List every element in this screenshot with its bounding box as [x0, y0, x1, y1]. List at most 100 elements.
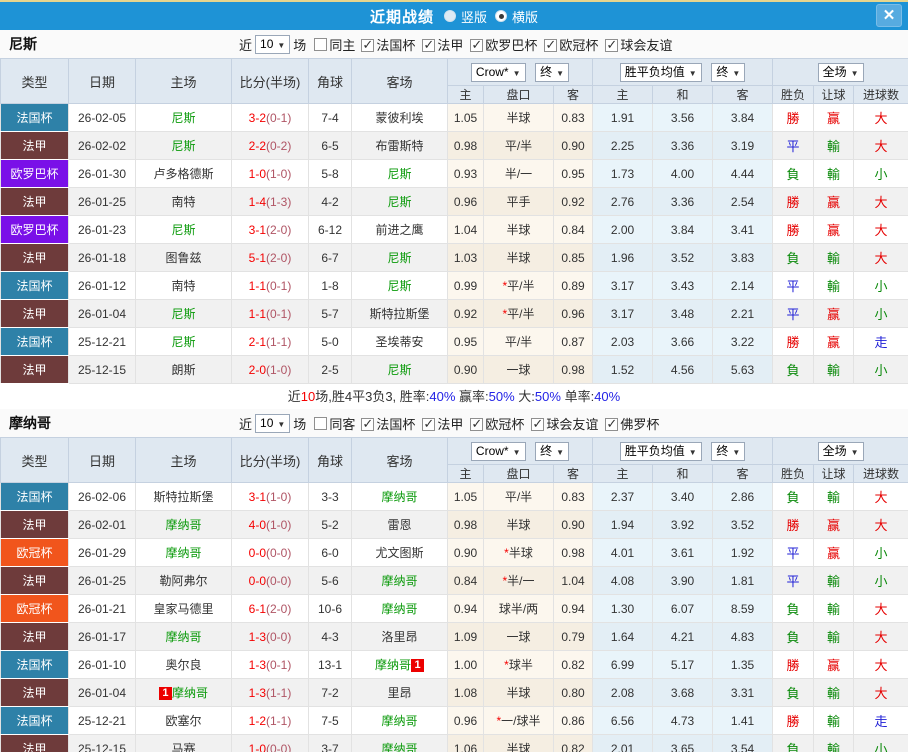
league-filter-checkbox[interactable]: [470, 37, 484, 53]
away-odds: 0.90: [552, 131, 594, 160]
fulltime-score: 3-2: [248, 110, 266, 125]
away-team: 里昂: [351, 678, 448, 707]
table-row: 法甲 26-01-18 图鲁兹 5-1(2-0) 6-7 尼斯 1.03 半球 …: [0, 243, 908, 272]
handicap: 半球: [483, 243, 554, 272]
avg-away-odds: 1.92: [712, 538, 774, 567]
home-team: 1 摩纳哥: [135, 678, 232, 707]
odds-time-select[interactable]: 终 ▼: [535, 62, 570, 82]
avg-select[interactable]: 胜平负均值 ▼: [619, 62, 702, 82]
league-filter-label[interactable]: 欧罗巴杯: [485, 38, 537, 53]
match-score: 6-1(2-0): [231, 594, 309, 623]
league-filter-label[interactable]: 球会友谊: [620, 38, 672, 53]
league-filter-label[interactable]: 球会友谊: [546, 417, 598, 432]
avg-draw-odds: 4.00: [652, 159, 714, 188]
away-odds: 0.83: [552, 482, 594, 511]
result-mark: 平: [772, 299, 815, 328]
scope-select[interactable]: 全场 ▼: [817, 441, 864, 461]
summary-segment: 40%: [429, 389, 456, 404]
league-filter-checkbox[interactable]: [544, 37, 558, 53]
away-odds: 1.04: [552, 566, 594, 595]
league-filter-label[interactable]: 法甲: [437, 417, 463, 432]
league-filter-checkbox[interactable]: [422, 416, 436, 432]
result-mark: 勝: [772, 187, 815, 216]
league-filter-item: 球会友谊: [599, 37, 672, 53]
handicap-result-mark: 輸: [813, 566, 855, 595]
league-filter-checkbox[interactable]: [361, 37, 375, 53]
match-count-select[interactable]: 10 ▼: [255, 34, 291, 54]
away-team: 洛里昂: [351, 622, 448, 651]
handicap-result-mark: 輸: [813, 594, 855, 623]
league-filter-label[interactable]: 法国杯: [376, 417, 415, 432]
avg-home-odds: 1.94: [592, 510, 654, 539]
league-filter-label[interactable]: 法国杯: [376, 38, 415, 53]
chevron-down-icon: ▼: [850, 68, 859, 78]
bookmaker-select[interactable]: Crow* ▼: [470, 62, 526, 82]
same-venue-checkbox[interactable]: [314, 416, 328, 430]
team-text: 皇家马德里: [153, 602, 214, 616]
red-card-badge: 1: [158, 687, 172, 700]
col-date: 日期: [68, 437, 136, 483]
avg-home-odds: 2.08: [592, 678, 654, 707]
league-filter-checkbox[interactable]: [361, 416, 375, 432]
match-date: 26-01-25: [68, 187, 136, 216]
match-score: 1-1(0-1): [231, 271, 309, 300]
result-mark: 平: [772, 538, 815, 567]
avg-time-select[interactable]: 终 ▼: [711, 62, 746, 82]
avg-away-odds: 4.44: [712, 159, 774, 188]
corner-score: 6-5: [308, 131, 352, 160]
away-odds: 0.83: [552, 103, 594, 132]
scope-select[interactable]: 全场 ▼: [817, 62, 864, 82]
same-venue-label[interactable]: 同客: [329, 414, 355, 433]
avg-draw-odds: 3.68: [652, 678, 714, 707]
corner-score: 5-6: [308, 566, 352, 595]
avg-away-odds: 1.41: [712, 706, 774, 735]
team-text: 摩纳哥: [374, 658, 411, 672]
col-odds-home: 主: [447, 85, 484, 104]
close-button[interactable]: ✕: [876, 4, 902, 27]
avg-home-odds: 4.01: [592, 538, 654, 567]
match-score: 1-3(1-1): [231, 678, 309, 707]
horizontal-layout-radio[interactable]: [495, 10, 507, 22]
league-filter-label[interactable]: 欧冠杯: [485, 417, 524, 432]
result-mark: 負: [772, 482, 815, 511]
away-team: 摩纳哥: [351, 594, 448, 623]
home-team: 尼斯: [135, 131, 232, 160]
match-count-select[interactable]: 10 ▼: [255, 413, 291, 433]
bookmaker-select[interactable]: Crow* ▼: [470, 441, 526, 461]
league-filter-checkbox[interactable]: [531, 416, 545, 432]
avg-time-select[interactable]: 终 ▼: [711, 441, 746, 461]
vertical-layout-radio[interactable]: [443, 10, 456, 22]
odds-time-select[interactable]: 终 ▼: [535, 441, 570, 461]
summary-segment: 场,胜4平3负3, 胜率:: [315, 389, 430, 404]
same-venue-label[interactable]: 同主: [329, 35, 355, 54]
league-filter-label[interactable]: 欧冠杯: [559, 38, 598, 53]
league-filter-checkbox[interactable]: [470, 416, 484, 432]
avg-away-odds: 3.52: [712, 510, 774, 539]
fulltime-score: 3-1: [248, 489, 266, 504]
league-filter-checkbox[interactable]: [422, 37, 436, 53]
avg-select[interactable]: 胜平负均值 ▼: [619, 441, 702, 461]
league-filter-label[interactable]: 佛罗杯: [620, 417, 659, 432]
table-row: 欧冠杯 26-01-21 皇家马德里 6-1(2-0) 10-6 摩纳哥 0.9…: [0, 594, 908, 623]
league-filter-label[interactable]: 法甲: [437, 38, 463, 53]
horizontal-layout-label[interactable]: 横版: [512, 7, 538, 26]
league-filter-checkbox[interactable]: [605, 37, 619, 53]
col-result: 胜负: [772, 464, 815, 483]
result-mark: 勝: [772, 103, 815, 132]
avg-draw-odds: 3.84: [652, 215, 714, 244]
handicap-change-star: *: [502, 279, 508, 293]
corner-score: 6-7: [308, 243, 352, 272]
vertical-layout-label[interactable]: 竖版: [461, 7, 487, 26]
away-team: 摩纳哥 1: [351, 650, 448, 679]
team-text: 奥尔良: [165, 658, 202, 672]
col-handicap-result: 让球: [813, 464, 855, 483]
away-team: 摩纳哥: [351, 566, 448, 595]
league-filter-item: 欧冠杯: [538, 37, 598, 53]
match-score: 2-2(0-2): [231, 131, 309, 160]
goals-mark: 小: [853, 734, 908, 752]
away-team: 斯特拉斯堡: [351, 299, 448, 328]
league-filter-checkbox[interactable]: [605, 416, 619, 432]
same-venue-checkbox[interactable]: [314, 37, 328, 51]
avg-group-header: 胜平负均值 ▼ 终 ▼: [592, 437, 774, 465]
league-badge: 法甲: [0, 187, 69, 216]
